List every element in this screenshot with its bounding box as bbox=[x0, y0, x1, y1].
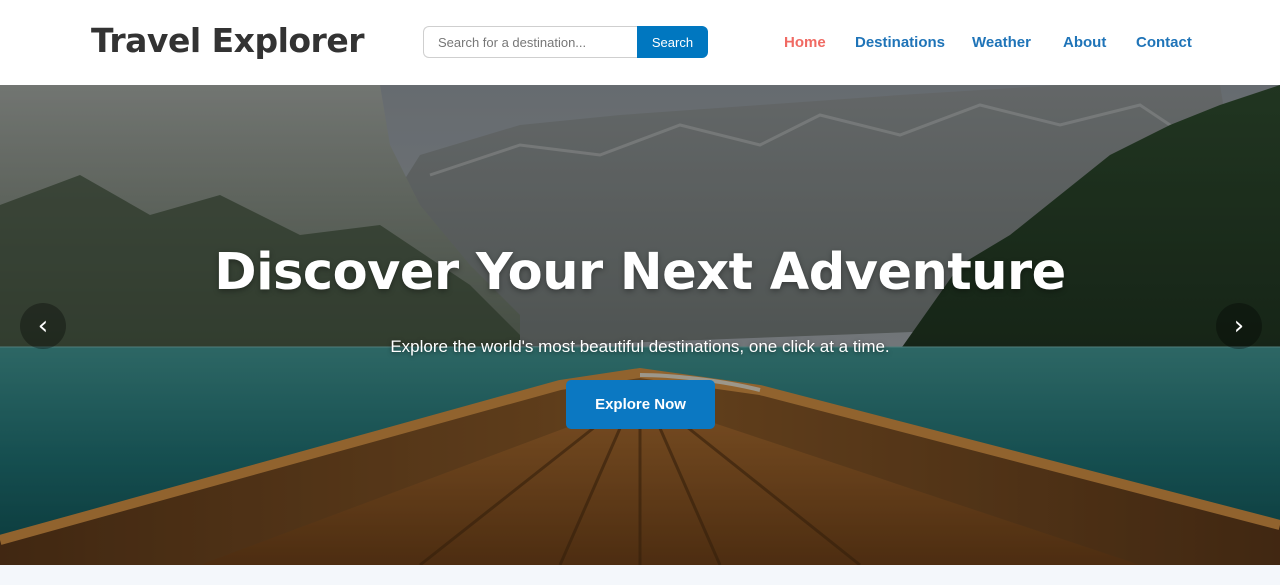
hero-carousel: Discover Your Next Adventure Explore the… bbox=[0, 85, 1280, 565]
nav-link-about[interactable]: About bbox=[1063, 34, 1106, 51]
explore-now-button[interactable]: Explore Now bbox=[566, 380, 715, 429]
hero-subtitle: Explore the world's most beautiful desti… bbox=[390, 337, 890, 356]
nav-link-contact[interactable]: Contact bbox=[1136, 34, 1192, 51]
hero-title: Discover Your Next Adventure bbox=[214, 243, 1066, 302]
hero-overlay bbox=[0, 85, 1280, 565]
main-nav: Home Destinations Weather About Contact bbox=[0, 34, 1280, 54]
carousel-prev-button[interactable]: ‹ bbox=[20, 303, 66, 349]
chevron-left-icon: ‹ bbox=[37, 311, 49, 341]
nav-link-weather[interactable]: Weather bbox=[972, 34, 1031, 51]
next-section-edge bbox=[0, 565, 1280, 585]
nav-link-home[interactable]: Home bbox=[784, 34, 826, 51]
carousel-next-button[interactable]: › bbox=[1216, 303, 1262, 349]
nav-link-destinations[interactable]: Destinations bbox=[855, 34, 945, 51]
chevron-right-icon: › bbox=[1233, 311, 1245, 341]
site-header: Travel Explorer Search Home Destinations… bbox=[0, 0, 1280, 85]
